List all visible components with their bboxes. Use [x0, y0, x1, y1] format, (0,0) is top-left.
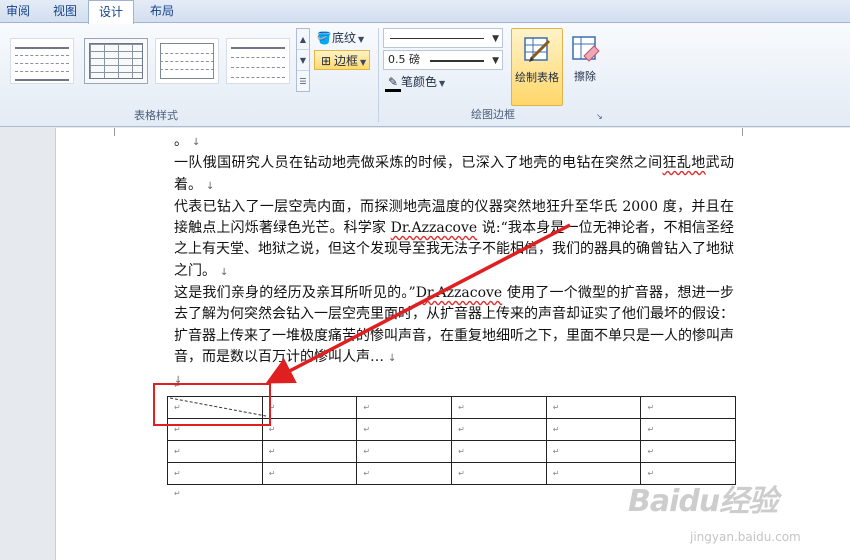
table-cell[interactable]: ↵: [356, 440, 453, 463]
table-cell[interactable]: ↵: [640, 396, 737, 419]
cell-end-mark: ↵: [552, 425, 560, 434]
shading-label: 底纹: [332, 31, 357, 45]
annotation-highlight-box: [153, 383, 271, 426]
table-cell[interactable]: ↵: [451, 462, 547, 485]
cell-end-mark: ↵: [458, 403, 465, 412]
margin-mark: [742, 128, 743, 136]
chevron-down-icon: ▼: [360, 58, 367, 67]
paragraph-1: 一队俄国研究人员在钻动地壳做采炼的时候，已深入了地壳的电钻在突然之间狂乱地武动着…: [174, 155, 735, 193]
cell-end-mark: ↵: [268, 469, 276, 478]
table-cell[interactable]: ↵: [640, 440, 737, 463]
line-style-select[interactable]: ▼: [383, 28, 503, 48]
table-styles-group: 表格样式: [0, 24, 312, 126]
table-cell[interactable]: ↵: [356, 462, 453, 485]
chevron-down-icon: ▼: [439, 79, 446, 88]
cell-end-mark: ↵: [363, 447, 371, 456]
chevron-down-icon: ▼: [358, 35, 365, 44]
table-cell[interactable]: ↵: [261, 418, 358, 441]
shading-button[interactable]: 🪣底纹 ▼: [316, 28, 365, 48]
cell-end-mark: ↵: [647, 447, 655, 456]
table-cell[interactable]: ↵: [167, 462, 263, 485]
table-cell[interactable]: ↵: [545, 462, 642, 485]
cell-end-mark: ↵: [174, 469, 181, 478]
gallery-more-icon[interactable]: ☰: [297, 71, 309, 92]
draw-table-icon: [524, 37, 551, 62]
cell-end-mark: ↵: [363, 425, 371, 434]
cell-end-mark: ↵: [458, 425, 465, 434]
draw-borders-label: 绘图边框: [471, 108, 515, 121]
table-cell[interactable]: ↵: [545, 396, 642, 419]
ribbon: 审阅 视图 设计 布局 表格样式 ▲ ▼ ☰ 🪣底纹 ▼ ⊞ 边框 ▼ ▼ 0.…: [0, 0, 850, 127]
table-cell[interactable]: ↵: [545, 440, 642, 463]
group-separator: [378, 28, 379, 122]
pen-weight-value: 0.5 磅: [388, 53, 420, 66]
cell-end-mark: ↵: [647, 403, 655, 412]
table-cell[interactable]: ↵: [451, 418, 547, 441]
table-cell[interactable]: ↵: [261, 440, 358, 463]
watermark-brand: Baidu经验: [628, 484, 778, 519]
style-gallery-scroll[interactable]: ▲ ▼ ☰: [296, 28, 310, 92]
watermark-url: jingyan.baidu.com: [690, 530, 801, 544]
pen-color-label: 笔颜色: [401, 75, 438, 89]
draw-table-button[interactable]: 绘制表格: [511, 28, 563, 106]
table-style-light-grid[interactable]: [155, 38, 219, 84]
paragraph-2: 代表已钻入了一层空壳内面，而探测地壳温度的仪器突然地狂升至华氏 2000 度，并…: [174, 198, 735, 279]
margin-mark: [114, 128, 115, 136]
document-body[interactable]: 。 ↓ 一队俄国研究人员在钻动地壳做采炼的时候，已深入了地壳的电钻在突然之间狂乱地…: [174, 131, 734, 392]
paragraph-3: 这是我们亲身的经历及亲耳所听见的。”Dr.Azzacove 使用了一个微型的扩音…: [174, 285, 735, 365]
table-style-grid[interactable]: [84, 38, 148, 84]
table-row: ↵ ↵ ↵ ↵ ↵ ↵: [167, 440, 737, 463]
chevron-down-icon: ▼: [492, 34, 499, 44]
gallery-down-icon[interactable]: ▼: [297, 50, 309, 71]
table-cell[interactable]: ↵: [261, 396, 358, 419]
table-cell[interactable]: ↵: [451, 440, 547, 463]
draw-table-label: 绘制表格: [515, 71, 559, 84]
cell-end-mark: ↵: [552, 469, 560, 478]
paragraph-mark: ↵: [174, 489, 181, 498]
borders-button[interactable]: ⊞ 边框 ▼: [314, 50, 371, 70]
table-cell[interactable]: ↵: [261, 462, 358, 485]
borders-label: 边框: [334, 54, 359, 68]
cell-end-mark: ↵: [647, 425, 655, 434]
table-cell[interactable]: ↵: [167, 440, 263, 463]
eraser-button[interactable]: 擦除: [565, 28, 605, 106]
cell-end-mark: ↵: [268, 447, 276, 456]
pen-color-button[interactable]: ✎ 笔颜色 ▼: [385, 72, 445, 92]
paragraph-top-fragment: 。 ↓: [174, 133, 201, 149]
cell-end-mark: ↵: [363, 469, 371, 478]
tab-layout[interactable]: 布局: [136, 0, 188, 23]
paint-bucket-icon: 🪣: [316, 31, 332, 45]
cell-end-mark: ↵: [174, 425, 181, 434]
table-cell[interactable]: ↵: [451, 396, 547, 419]
cell-end-mark: ↵: [363, 403, 371, 412]
eraser-icon: [572, 36, 600, 62]
table-cell[interactable]: ↵: [545, 418, 642, 441]
line-weight-select[interactable]: 0.5 磅 ▼: [383, 50, 503, 70]
table-styles-label: 表格样式: [134, 109, 178, 122]
watermark: Baidu经验 jingyan.baidu.com: [628, 476, 833, 552]
cell-end-mark: ↵: [268, 425, 276, 434]
table-cell[interactable]: ↵: [640, 418, 737, 441]
borders-grid-icon: ⊞: [320, 54, 332, 68]
pen-color-icon: ✎: [385, 75, 401, 92]
dialog-launcher-icon[interactable]: ↘: [596, 112, 603, 121]
cell-end-mark: ↵: [458, 469, 465, 478]
chevron-down-icon: ▼: [492, 56, 499, 66]
gallery-up-icon[interactable]: ▲: [297, 29, 309, 50]
table-cell[interactable]: ↵: [356, 418, 453, 441]
tab-review[interactable]: 审阅: [0, 0, 42, 23]
cell-end-mark: ↵: [552, 447, 560, 456]
eraser-label: 擦除: [574, 70, 596, 83]
tab-view[interactable]: 视图: [44, 0, 86, 23]
table-style-plain[interactable]: [10, 38, 74, 84]
cell-end-mark: ↵: [458, 447, 465, 456]
table-cell[interactable]: ↵: [356, 396, 453, 419]
cell-end-mark: ↵: [174, 447, 181, 456]
ribbon-tab-bar: 审阅 视图 设计 布局: [0, 0, 850, 24]
table-style-light-list[interactable]: [226, 38, 290, 84]
tab-design[interactable]: 设计: [88, 0, 134, 24]
cell-end-mark: ↵: [552, 403, 560, 412]
